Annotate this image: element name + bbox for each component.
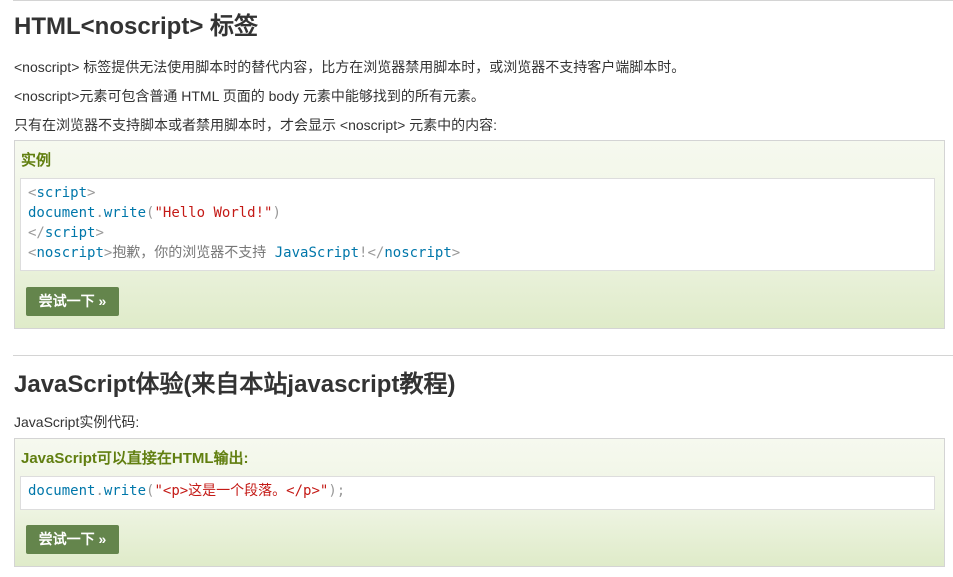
paragraph-js-code: JavaScript实例代码: (14, 414, 140, 430)
try-it-button-javascript[interactable]: 尝试一下 » (26, 525, 119, 554)
example-heading: JavaScript可以直接在HTML输出: (21, 450, 249, 467)
code-token: script (44, 225, 96, 241)
code-token: ) (272, 205, 281, 221)
paragraph-noscript-elements: <noscript>元素可包含普通 HTML 页面的 body 元素中能够找到的… (14, 88, 485, 104)
code-token: document (28, 205, 96, 221)
code-token: > (95, 225, 104, 241)
code-token: "Hello World!" (154, 205, 273, 221)
paragraph-noscript-intro: <noscript> 标签提供无法使用脚本时的替代内容，比方在浏览器禁用脚本时，… (14, 59, 686, 75)
top-divider (13, 0, 953, 1)
paragraph-noscript-display: 只有在浏览器不支持脚本或者禁用脚本时，才会显示 <noscript> 元素中的内… (14, 117, 498, 133)
code-token: </ (28, 225, 45, 241)
code-token: > (87, 185, 96, 201)
code-token: noscript (36, 245, 104, 261)
code-line-3: </script> (28, 223, 927, 243)
code-line-4: <noscript>抱歉，你的浏览器不支持 JavaScript!</noscr… (28, 243, 927, 263)
try-it-button-noscript[interactable]: 尝试一下 » (26, 287, 119, 316)
code-token: ); (328, 483, 346, 499)
code-token: . (95, 483, 104, 499)
section-divider (13, 355, 953, 356)
code-block-noscript: <script> document.write("Hello World!") </… (20, 178, 935, 271)
example-box-javascript: JavaScript可以直接在HTML输出: document.write("<… (14, 438, 945, 567)
code-token: </ (367, 245, 385, 261)
page: HTML<noscript> 标签 <noscript> 标签提供无法使用脚本时… (0, 0, 953, 577)
section-title-noscript: HTML<noscript> 标签 (14, 13, 259, 40)
code-token: write (103, 205, 147, 221)
code-token: 抱歉，你的浏览器不支持 (112, 245, 275, 261)
code-token: > (451, 245, 461, 261)
example-heading: 实例 (21, 152, 52, 169)
example-box-noscript: 实例 <script> document.write("Hello World!"… (14, 140, 945, 329)
code-line-1: <script> (28, 183, 927, 203)
section-title-javascript: JavaScript体验(来自本站javascript教程) (14, 371, 456, 398)
code-token: document (28, 483, 96, 499)
code-token: JavaScript (274, 245, 360, 261)
code-line-2: document.write("Hello World!") (28, 203, 927, 223)
code-block-javascript: document.write("<p>这是一个段落。</p>"); (20, 476, 935, 510)
code-token: noscript (384, 245, 452, 261)
code-line-1: document.write("<p>这是一个段落。</p>"); (28, 481, 927, 501)
code-token: "<p>这是一个段落。</p>" (154, 483, 329, 499)
code-token: script (36, 185, 88, 201)
code-token: write (103, 483, 147, 499)
code-token: . (95, 205, 104, 221)
